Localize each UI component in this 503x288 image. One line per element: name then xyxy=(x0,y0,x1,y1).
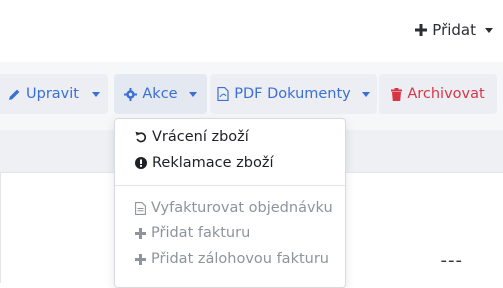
pencil-icon xyxy=(9,89,20,100)
menu-item-complaint[interactable]: Reklamace zboží xyxy=(135,153,274,173)
actions-dropdown-menu: Vrácení zboží Reklamace zboží Vyfakturov… xyxy=(114,118,346,288)
menu-item-add-deposit-invoice[interactable]: Přidat zálohovou fakturu xyxy=(135,249,329,269)
menu-item-label: Vrácení zboží xyxy=(152,129,249,145)
pdf-button-label: PDF Dokumenty xyxy=(234,86,351,102)
add-dropdown-button[interactable]: Přidat xyxy=(415,19,493,41)
add-button-label: Přidat xyxy=(432,21,476,39)
gear-icon xyxy=(124,87,138,101)
menu-item-label: Přidat zálohovou fakturu xyxy=(151,251,329,267)
edit-button[interactable]: Upravit xyxy=(0,74,108,114)
plus-icon xyxy=(415,24,428,36)
actions-dropdown-button[interactable]: Akce xyxy=(114,74,207,114)
menu-item-add-invoice[interactable]: Přidat fakturu xyxy=(135,223,250,243)
pdf-file-icon xyxy=(217,87,229,101)
chevron-down-icon xyxy=(361,91,370,97)
menu-divider xyxy=(115,185,345,186)
menu-item-return-goods[interactable]: Vrácení zboží xyxy=(135,127,249,147)
top-header: Přidat xyxy=(0,0,503,63)
chevron-down-icon xyxy=(91,91,100,97)
menu-item-label: Přidat fakturu xyxy=(151,225,251,241)
plus-icon xyxy=(135,253,146,265)
menu-item-label: Vyfakturovat objednávku xyxy=(151,200,333,216)
edit-button-label: Upravit xyxy=(26,86,79,102)
chevron-down-icon xyxy=(485,27,493,33)
pdf-documents-button[interactable]: PDF Dokumenty xyxy=(210,74,377,114)
document-icon xyxy=(135,201,146,215)
undo-icon xyxy=(135,131,147,143)
exclamation-circle-icon xyxy=(135,157,147,169)
placeholder-value: --- xyxy=(440,250,463,271)
menu-item-label: Reklamace zboží xyxy=(152,155,274,171)
archive-button[interactable]: Archivovat xyxy=(379,74,497,114)
plus-icon xyxy=(135,227,146,239)
actions-button-label: Akce xyxy=(142,86,178,102)
chevron-down-icon xyxy=(188,91,197,97)
archive-button-label: Archivovat xyxy=(407,86,485,102)
trash-icon xyxy=(391,87,403,101)
menu-item-invoice-order[interactable]: Vyfakturovat objednávku xyxy=(135,198,333,218)
